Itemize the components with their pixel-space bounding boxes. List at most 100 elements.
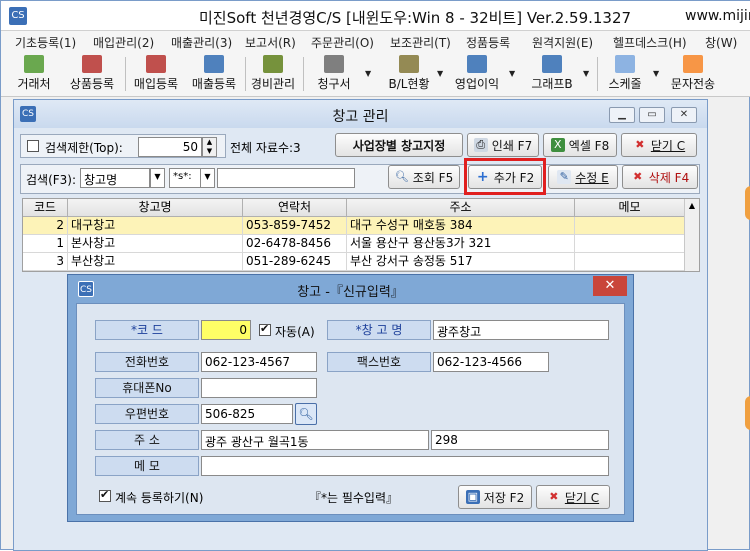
warehouse-name-field[interactable]: 광주창고 — [433, 320, 609, 340]
grid-header-name[interactable]: 창고명 — [68, 199, 243, 217]
app-url: www.mijin — [685, 8, 750, 24]
delete-button[interactable]: ✖ 삭제 F4 — [622, 165, 698, 189]
cell-address: 대구 수성구 매호동 384 — [347, 217, 575, 235]
invoice-icon — [324, 55, 344, 73]
excel-button[interactable]: X 엑셀 F8 — [543, 133, 617, 157]
magnifier-icon: 🔍︎ — [394, 170, 409, 183]
toolbar-product-button[interactable]: 상품등록 — [63, 53, 121, 95]
graph-icon — [542, 55, 562, 73]
close-button[interactable]: ✖ 닫기 C — [621, 133, 697, 157]
table-row[interactable]: 2 대구창고 053-859-7452 대구 수성구 매호동 384 — [23, 217, 685, 235]
continue-register-checkbox[interactable] — [99, 488, 111, 502]
search-field-dropdown-icon[interactable]: ▼ — [150, 168, 165, 188]
cell-name: 부산창고 — [68, 253, 243, 271]
sales-icon — [204, 55, 224, 73]
toolbar-expense-button[interactable]: 경비관리 — [247, 53, 299, 95]
close-window-button[interactable]: ✕ — [671, 107, 697, 123]
menu-window[interactable]: 창(W) — [705, 34, 737, 51]
grid-scrollbar[interactable]: ▲ — [684, 199, 699, 271]
search-limit-spinner[interactable]: ▲ ▼ — [202, 137, 217, 157]
delete-label: 삭제 F4 — [648, 170, 690, 185]
toolbar-graph-button[interactable]: 그래프B — [523, 53, 581, 95]
cell-memo — [575, 253, 685, 271]
zip-label: 우편번호 — [95, 404, 199, 424]
zip-search-icon[interactable]: 🔍︎ — [295, 403, 317, 425]
address-field-2[interactable]: 298 — [431, 430, 609, 450]
toolbar-schedule-button[interactable]: 스케줄 — [601, 53, 649, 95]
toolbar-invoice-button[interactable]: 청구서 — [309, 53, 359, 95]
memo-label: 메 모 — [95, 456, 199, 476]
find-button[interactable]: 🔍︎ 조회 F5 — [388, 165, 460, 189]
menu-purchase[interactable]: 매입관리(2) — [93, 34, 154, 51]
continue-register-label: 계속 등록하기(N) — [115, 491, 204, 505]
menu-license[interactable]: 정품등록 — [466, 34, 510, 51]
grid-header-phone[interactable]: 연락처 — [243, 199, 347, 217]
mobile-field[interactable] — [201, 378, 317, 398]
profit-icon — [467, 55, 487, 73]
toolbar-sales-button[interactable]: 매출등록 — [185, 53, 243, 95]
search-mode-dropdown-icon[interactable]: ▼ — [200, 168, 215, 188]
schedule-dropdown-arrow-icon[interactable]: ▼ — [653, 69, 659, 78]
menu-bar: 기초등록(1) 매입관리(2) 매출관리(3) 보고서(R) 주문관리(O) 보… — [1, 31, 750, 51]
new-warehouse-dialog: CS 창고 -『신규입력』 ✕ *코 드 0 자동(A) *창 고 명 광주창고… — [67, 274, 634, 522]
toolbar-separator — [303, 57, 304, 91]
code-field[interactable]: 0 — [201, 320, 251, 340]
auto-code-label: 자동(A) — [275, 325, 315, 339]
address-field-1[interactable]: 광주 광산구 월곡1동 — [201, 430, 429, 450]
menu-helpdesk[interactable]: 헬프데스크(H) — [613, 34, 687, 51]
close-icon: ✖ — [549, 490, 559, 503]
maximize-button[interactable]: ▭ — [639, 107, 665, 123]
menu-sales[interactable]: 매출관리(3) — [171, 34, 232, 51]
menu-aux[interactable]: 보조관리(T) — [390, 34, 451, 51]
menu-order[interactable]: 주문관리(O) — [311, 34, 374, 51]
dialog-close-label: 닫기 C — [564, 490, 600, 505]
edit-button[interactable]: ✎ 수정 E — [548, 165, 618, 189]
toolbar-label: 스케줄 — [608, 77, 642, 91]
site-warehouse-label: 사업장별 창고지정 — [352, 138, 446, 153]
table-row[interactable]: 3 부산창고 051-289-6245 부산 강서구 송정동 517 — [23, 253, 685, 271]
save-button[interactable]: ▣ 저장 F2 — [458, 485, 532, 509]
add-button[interactable]: + 추가 F2 — [468, 165, 542, 189]
dialog-close-button[interactable]: ✖ 닫기 C — [536, 485, 610, 509]
purchase-icon — [146, 55, 166, 73]
toolbar-label: 그래프B — [531, 77, 573, 91]
toolbar-sms-button[interactable]: 문자전송 — [665, 53, 721, 95]
dialog-close-icon[interactable]: ✕ — [593, 276, 627, 296]
zip-field[interactable]: 506-825 — [201, 404, 293, 424]
site-warehouse-button[interactable]: 사업장별 창고지정 — [335, 133, 463, 157]
cell-address: 서울 용산구 용산동3가 321 — [347, 235, 575, 253]
grid-header-address[interactable]: 주소 — [347, 199, 575, 217]
memo-field[interactable] — [201, 456, 609, 476]
toolbar-bl-status-button[interactable]: B/L현황 — [379, 53, 439, 95]
toolbar-purchase-button[interactable]: 매입등록 — [127, 53, 185, 95]
toolbar-profit-button[interactable]: 영업이익 — [449, 53, 505, 95]
auto-code-checkbox[interactable] — [259, 322, 271, 336]
menu-basic-register[interactable]: 기초등록(1) — [15, 34, 76, 51]
bl-status-dropdown-arrow-icon[interactable]: ▼ — [437, 69, 443, 78]
phone-field[interactable]: 062-123-4567 — [201, 352, 317, 372]
menu-report[interactable]: 보고서(R) — [245, 34, 296, 51]
search-field-select[interactable]: 창고명 — [80, 168, 150, 188]
fax-field[interactable]: 062-123-4566 — [433, 352, 549, 372]
cell-memo — [575, 235, 685, 253]
print-label: 인쇄 F7 — [491, 138, 533, 153]
search-limit-checkbox[interactable] — [27, 140, 39, 152]
graph-dropdown-arrow-icon[interactable]: ▼ — [583, 69, 589, 78]
invoice-dropdown-arrow-icon[interactable]: ▼ — [365, 69, 371, 78]
profit-dropdown-arrow-icon[interactable]: ▼ — [509, 69, 515, 78]
cell-memo — [575, 217, 685, 235]
search-input[interactable] — [217, 168, 355, 188]
search-limit-input[interactable]: 50 — [138, 137, 202, 157]
menu-remote[interactable]: 원격지원(E) — [532, 34, 593, 51]
scroll-up-icon[interactable]: ▲ — [685, 199, 699, 213]
toolbar-customer-button[interactable]: 거래처 — [11, 53, 57, 95]
minimize-button[interactable]: ▁ — [609, 107, 635, 123]
print-button[interactable]: ⎙ 인쇄 F7 — [467, 133, 539, 157]
product-box-icon — [82, 55, 102, 73]
search-mode-select[interactable]: *s*: — [169, 168, 201, 188]
grid-header-code[interactable]: 코드 — [23, 199, 68, 217]
cell-phone: 02-6478-8456 — [243, 235, 347, 253]
toolbar-separator — [125, 57, 126, 91]
grid-header-memo[interactable]: 메모 — [575, 199, 685, 217]
table-row[interactable]: 1 본사창고 02-6478-8456 서울 용산구 용산동3가 321 — [23, 235, 685, 253]
